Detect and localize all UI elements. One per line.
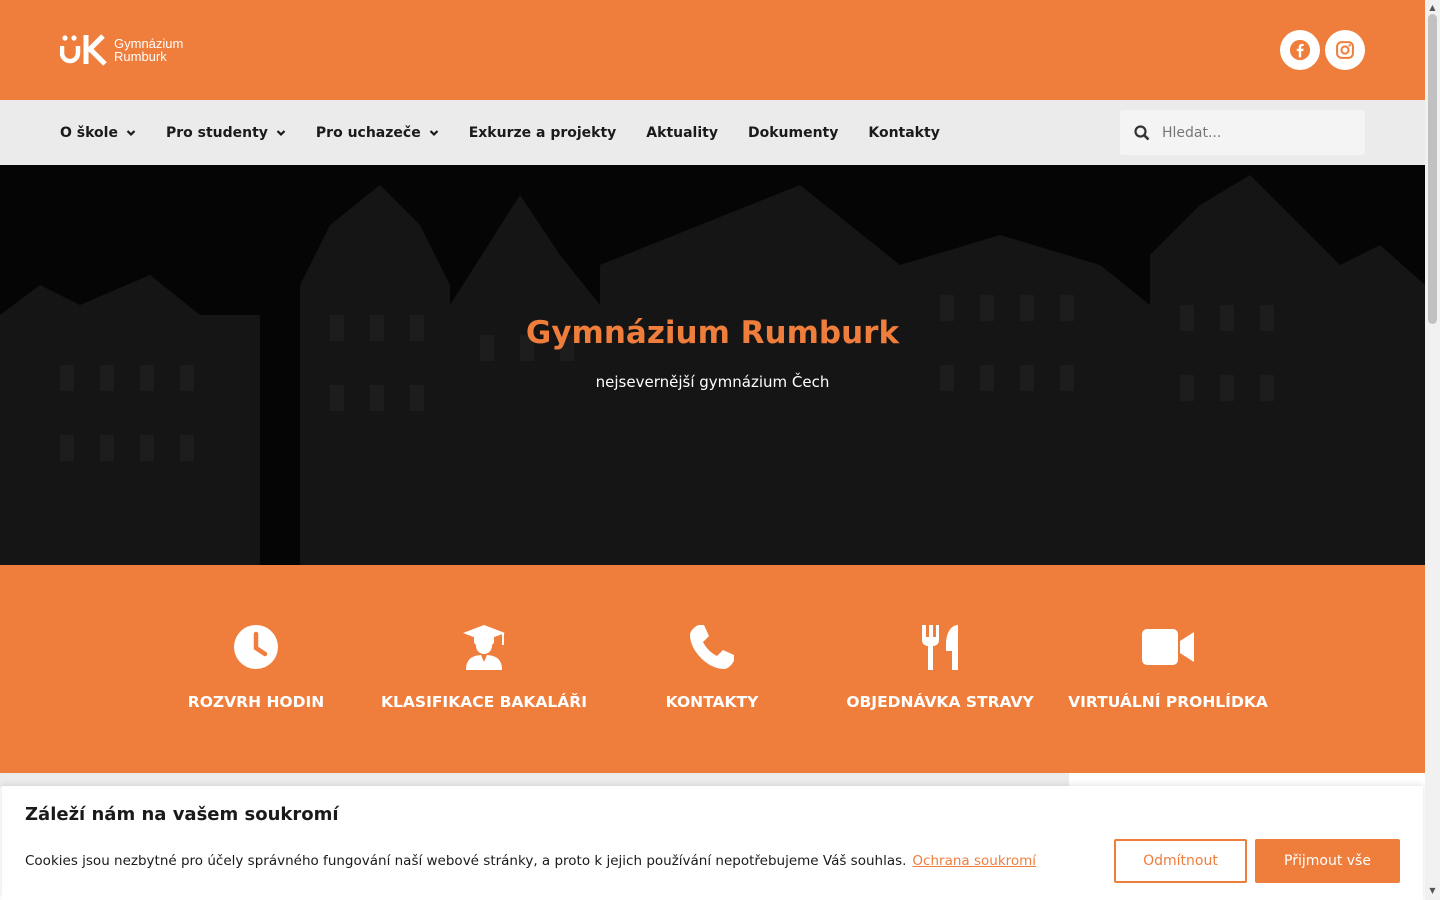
site-logo[interactable]: Gymnázium Rumburk [59, 34, 183, 66]
chevron-down-icon [126, 129, 136, 136]
decline-button[interactable]: Odmítnout [1114, 839, 1247, 883]
nav-item-pro-uchazece[interactable]: Pro uchazeče [316, 125, 439, 141]
quick-link-rozvrh[interactable]: ROZVRH HODIN [142, 623, 370, 711]
search-box [1120, 110, 1365, 155]
facebook-button[interactable] [1280, 30, 1320, 70]
nav-item-label: Kontakty [868, 124, 940, 141]
nav-item-label: Dokumenty [747, 124, 839, 141]
quick-link-label: KONTAKTY [665, 693, 759, 711]
cookie-text: Cookies jsou nezbytné pro účely správnéh… [25, 853, 907, 869]
cookie-title: Záleží nám na vašem soukromí [25, 804, 339, 825]
school-building-silhouette [0, 175, 1425, 565]
nav-item-label: Aktuality [646, 124, 718, 141]
logo-mark-icon [59, 34, 108, 66]
nav-item-dokumenty[interactable]: Dokumenty [748, 125, 838, 141]
cookie-banner: Záleží nám na vašem soukromí Cookies jso… [2, 786, 1423, 900]
nav-item-exkurze[interactable]: Exkurze a projekty [469, 125, 617, 141]
nav-item-pro-studenty[interactable]: Pro studenty [166, 125, 286, 141]
nav-item-label: O škole [60, 124, 118, 141]
quick-link-kontakty[interactable]: KONTAKTY [598, 623, 826, 711]
quick-link-strava[interactable]: OBJEDNÁVKA STRAVY [826, 623, 1054, 711]
facebook-icon [1289, 39, 1311, 61]
instagram-icon [1336, 41, 1354, 59]
accept-all-button[interactable]: Přijmout vše [1255, 839, 1400, 883]
chevron-down-icon [429, 129, 438, 136]
quick-links: ROZVRH HODIN KLASIFIKACE BAKALÁŘI KONTAK… [0, 565, 1425, 773]
nav-item-o-skole[interactable]: O škole [60, 125, 136, 141]
quick-link-prohlidka[interactable]: VIRTUÁLNÍ PROHLÍDKA [1054, 623, 1282, 711]
search-icon [1134, 124, 1150, 140]
quick-link-label: ROZVRH HODIN [187, 693, 325, 711]
chevron-down-icon [276, 129, 286, 136]
cookie-text-row: Cookies jsou nezbytné pro účely správnéh… [25, 853, 1036, 869]
video-icon [1142, 629, 1194, 665]
privacy-link[interactable]: Ochrana soukromí [912, 853, 1036, 869]
nav-item-kontakty[interactable]: Kontakty [868, 125, 939, 141]
hero-banner: Gymnázium Rumburk nejsevernější gymnáziu… [0, 165, 1425, 565]
nav-menu: O škole Pro studenty Pro uchazeče Exkurz… [60, 100, 970, 165]
hero-title: Gymnázium Rumburk [525, 315, 900, 351]
instagram-button[interactable] [1325, 30, 1365, 70]
content-strip [0, 773, 1069, 787]
logo-line-2: Rumburk [114, 49, 167, 64]
quick-link-label: KLASIFIKACE BAKALÁŘI [381, 693, 587, 711]
nav-item-aktuality[interactable]: Aktuality [646, 125, 718, 141]
top-header: Gymnázium Rumburk [0, 0, 1425, 100]
scroll-thumb[interactable] [1428, 14, 1437, 324]
main-navigation: O škole Pro studenty Pro uchazeče Exkurz… [0, 100, 1425, 165]
quick-link-bakalari[interactable]: KLASIFIKACE BAKALÁŘI [370, 623, 598, 711]
quick-link-label: VIRTUÁLNÍ PROHLÍDKA [1068, 693, 1268, 711]
logo-text: Gymnázium Rumburk [114, 37, 183, 63]
scroll-up-icon[interactable]: ▲ [1428, 3, 1437, 12]
utensils-icon [922, 625, 958, 670]
page-scrollbar[interactable]: ▲ ▼ [1425, 0, 1440, 900]
graduate-icon [463, 625, 505, 670]
nav-item-label: Exkurze a projekty [468, 124, 617, 141]
hero-subtitle: nejsevernější gymnázium Čech [595, 373, 830, 391]
clock-icon [234, 625, 278, 669]
nav-item-label: Pro uchazeče [315, 124, 421, 141]
quick-link-label: OBJEDNÁVKA STRAVY [846, 693, 1034, 711]
scroll-down-icon[interactable]: ▼ [1428, 886, 1437, 895]
nav-item-label: Pro studenty [165, 124, 268, 141]
search-input[interactable] [1162, 124, 1352, 141]
phone-icon [690, 625, 734, 669]
